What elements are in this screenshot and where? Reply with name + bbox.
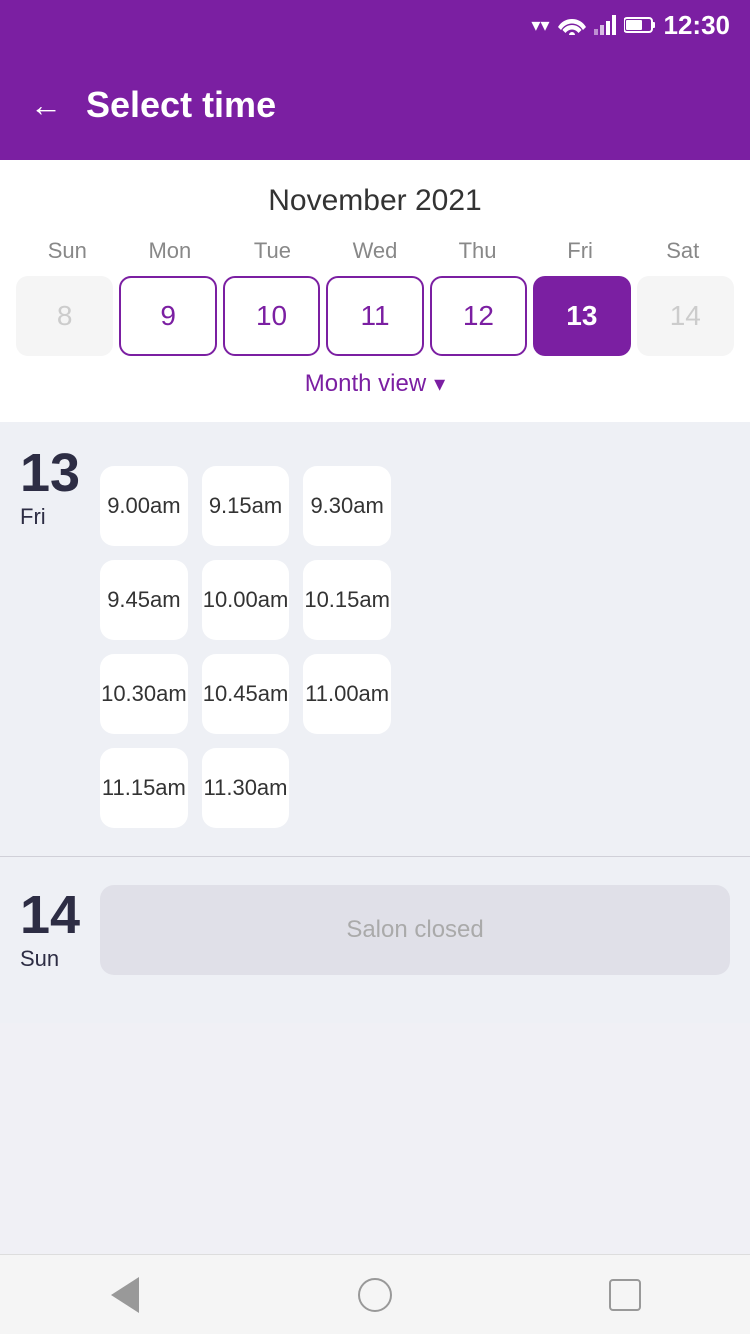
day-13-name: Fri: [20, 504, 80, 530]
day-13-info: 13 Fri: [20, 446, 80, 530]
nav-home-button[interactable]: [350, 1270, 400, 1320]
day-10[interactable]: 10: [223, 276, 320, 356]
time-slot-930am[interactable]: 9.30am: [303, 466, 391, 546]
time-slot-1045am[interactable]: 10.45am: [202, 654, 290, 734]
weekday-sun: Sun: [16, 238, 119, 264]
month-year-label: November 2021: [16, 184, 734, 218]
page-title: Select time: [86, 84, 276, 126]
day-12[interactable]: 12: [430, 276, 527, 356]
day-14-info: 14 Sun: [20, 888, 80, 972]
time-slot-900am[interactable]: 9.00am: [100, 466, 188, 546]
wifi-icon: [558, 15, 586, 35]
weekdays-row: Sun Mon Tue Wed Thu Fri Sat: [16, 238, 734, 264]
home-nav-icon: [358, 1278, 392, 1312]
weekday-fri: Fri: [529, 238, 632, 264]
time-slot-915am[interactable]: 9.15am: [202, 466, 290, 546]
time-slot-1000am[interactable]: 10.00am: [202, 560, 290, 640]
month-view-label: Month view: [305, 370, 426, 398]
weekday-tue: Tue: [221, 238, 324, 264]
day-14-number: 14: [20, 888, 80, 942]
salon-closed-box: Salon closed: [100, 885, 730, 975]
weekday-sat: Sat: [631, 238, 734, 264]
day-13[interactable]: 13: [533, 276, 630, 356]
day-13-number: 13: [20, 446, 80, 500]
app-header: ← Select time: [0, 50, 750, 160]
day-13-time-grid: 9.00am 9.15am 9.30am 9.45am 10.00am 10.1…: [100, 466, 391, 828]
day-13-header: 13 Fri 9.00am 9.15am 9.30am 9.45am 10.00…: [20, 446, 730, 828]
status-bar: ▾▾ 12:30: [0, 0, 750, 50]
calendar-days: 8 9 10 11 12 13 14: [16, 276, 734, 356]
day-8[interactable]: 8: [16, 276, 113, 356]
time-slot-1100am[interactable]: 11.00am: [303, 654, 391, 734]
back-button[interactable]: ←: [30, 89, 62, 121]
day-14-name: Sun: [20, 946, 80, 972]
salon-closed-text: Salon closed: [346, 916, 483, 944]
nav-recent-button[interactable]: [600, 1270, 650, 1320]
status-icons: ▾▾ 12:30: [531, 10, 730, 41]
status-time: 12:30: [664, 10, 731, 41]
wifi-icon: ▾▾: [531, 15, 549, 36]
day-13-section: 13 Fri 9.00am 9.15am 9.30am 9.45am 10.00…: [0, 422, 750, 828]
day-9[interactable]: 9: [119, 276, 216, 356]
day-11[interactable]: 11: [326, 276, 423, 356]
time-slots-container: 13 Fri 9.00am 9.15am 9.30am 9.45am 10.00…: [0, 422, 750, 1023]
weekday-thu: Thu: [426, 238, 529, 264]
signal-icon: [594, 15, 616, 35]
bottom-nav: [0, 1254, 750, 1334]
chevron-down-icon: ▾: [434, 371, 445, 397]
month-view-toggle[interactable]: Month view ▾: [16, 356, 734, 406]
day-14[interactable]: 14: [637, 276, 734, 356]
recent-nav-icon: [609, 1279, 641, 1311]
day-14-section: 14 Sun Salon closed: [0, 857, 750, 1003]
back-nav-icon: [111, 1277, 139, 1313]
time-slot-945am[interactable]: 9.45am: [100, 560, 188, 640]
time-slot-1030am[interactable]: 10.30am: [100, 654, 188, 734]
calendar-section: November 2021 Sun Mon Tue Wed Thu Fri Sa…: [0, 160, 750, 422]
battery-icon: [624, 16, 656, 34]
weekday-mon: Mon: [119, 238, 222, 264]
nav-back-button[interactable]: [100, 1270, 150, 1320]
weekday-wed: Wed: [324, 238, 427, 264]
time-slot-1015am[interactable]: 10.15am: [303, 560, 391, 640]
time-slot-1115am[interactable]: 11.15am: [100, 748, 188, 828]
time-slot-1130am[interactable]: 11.30am: [202, 748, 290, 828]
